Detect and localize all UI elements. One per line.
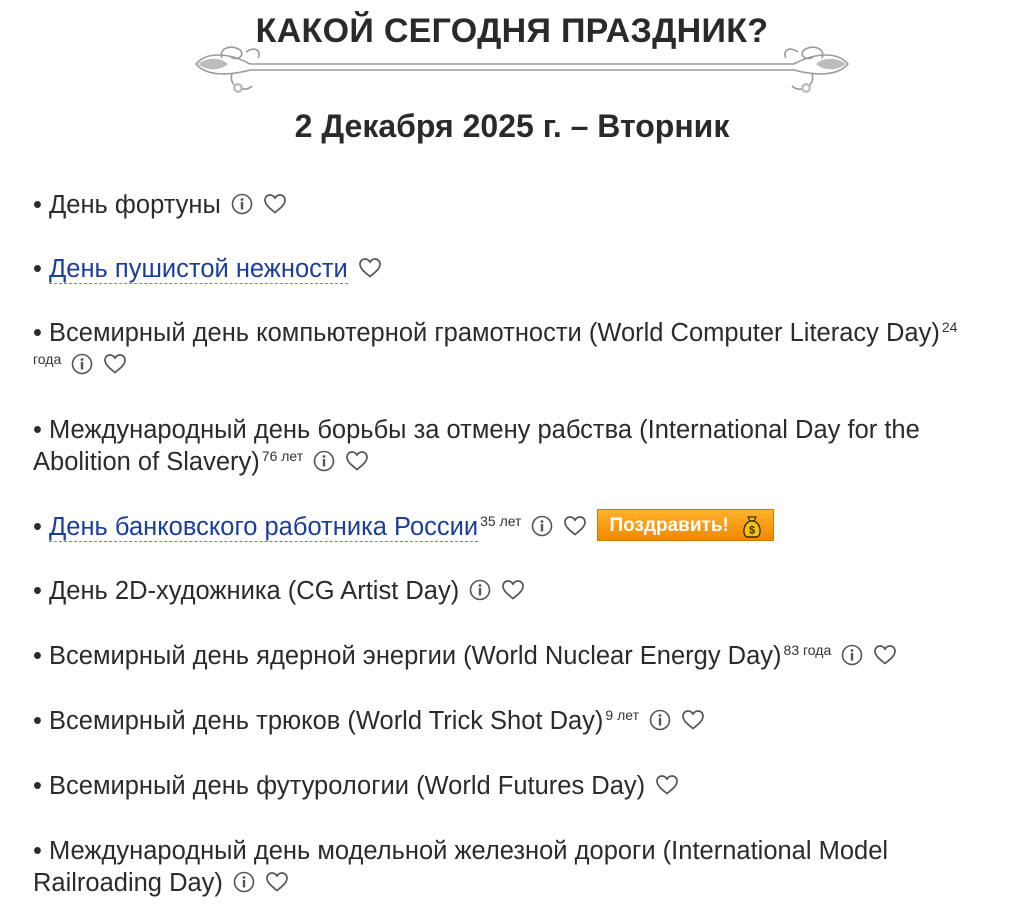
holiday-title: Всемирный день компьютерной грамотности …: [49, 319, 940, 347]
holiday-title: Международный день модельной железной до…: [33, 837, 889, 897]
years-badge: 83 года: [783, 642, 832, 658]
congratulate-label: Поздравить!: [609, 515, 729, 537]
list-item: • День пушистой нежности: [33, 253, 983, 285]
list-item: • Международный день борьбы за отмену ра…: [33, 416, 920, 476]
holiday-title: День фортуны: [49, 191, 221, 219]
info-icon[interactable]: [841, 644, 863, 666]
heart-icon[interactable]: [103, 353, 127, 375]
list-item: • Всемирный день футурологии (World Futu…: [33, 770, 983, 802]
holiday-title: Всемирный день ядерной энергии (World Nu…: [49, 642, 782, 670]
info-icon[interactable]: [531, 515, 553, 537]
list-item: • Всемирный день трюков (World Trick Sho…: [33, 705, 983, 737]
info-icon[interactable]: [313, 450, 335, 472]
list-item: • Всемирный день компьютерной грамотност…: [33, 317, 983, 381]
years-badge: 76 лет: [261, 448, 304, 464]
svg-text:$: $: [749, 525, 755, 537]
list-item: • День фортуны: [33, 189, 983, 221]
years-badge: 9 лет: [605, 707, 639, 723]
list-item: • День 2D-художника (CG Artist Day): [33, 575, 983, 607]
holiday-title: Всемирный день трюков (World Trick Shot …: [49, 707, 604, 735]
holiday-link[interactable]: День пушистой нежности: [49, 255, 348, 284]
heart-icon[interactable]: [681, 709, 705, 731]
ornament-divider-icon: [194, 46, 850, 93]
list-item: • Международный день модельной железной …: [33, 837, 889, 897]
heart-icon[interactable]: [873, 644, 897, 666]
heart-icon[interactable]: [263, 193, 287, 215]
heart-icon[interactable]: [501, 579, 525, 601]
list-item: • Всемирный день ядерной энергии (World …: [33, 640, 983, 672]
congratulate-button[interactable]: Поздравить! $: [597, 509, 774, 542]
info-icon[interactable]: [649, 709, 671, 731]
heart-icon[interactable]: [345, 450, 369, 472]
heart-icon[interactable]: [358, 257, 382, 279]
holiday-title: Международный день борьбы за отмену рабс…: [33, 416, 920, 476]
info-icon[interactable]: [469, 579, 491, 601]
info-icon[interactable]: [71, 353, 93, 375]
heart-icon[interactable]: [655, 774, 679, 796]
date-heading: 2 Декабря 2025 г. – Вторник: [294, 108, 730, 144]
holiday-title: День 2D-художника (CG Artist Day): [49, 577, 460, 605]
list-item: • День банковского работника России 35 ле…: [33, 509, 983, 544]
info-icon[interactable]: [233, 871, 255, 893]
years-badge: 35 лет: [480, 513, 522, 529]
holiday-link[interactable]: День банковского работника России: [49, 513, 479, 542]
heart-icon[interactable]: [563, 515, 587, 537]
info-icon[interactable]: [231, 193, 253, 215]
holiday-title: Всемирный день футурологии (World Future…: [49, 772, 646, 800]
moneybag-icon: $: [743, 516, 761, 538]
heart-icon[interactable]: [265, 871, 289, 893]
